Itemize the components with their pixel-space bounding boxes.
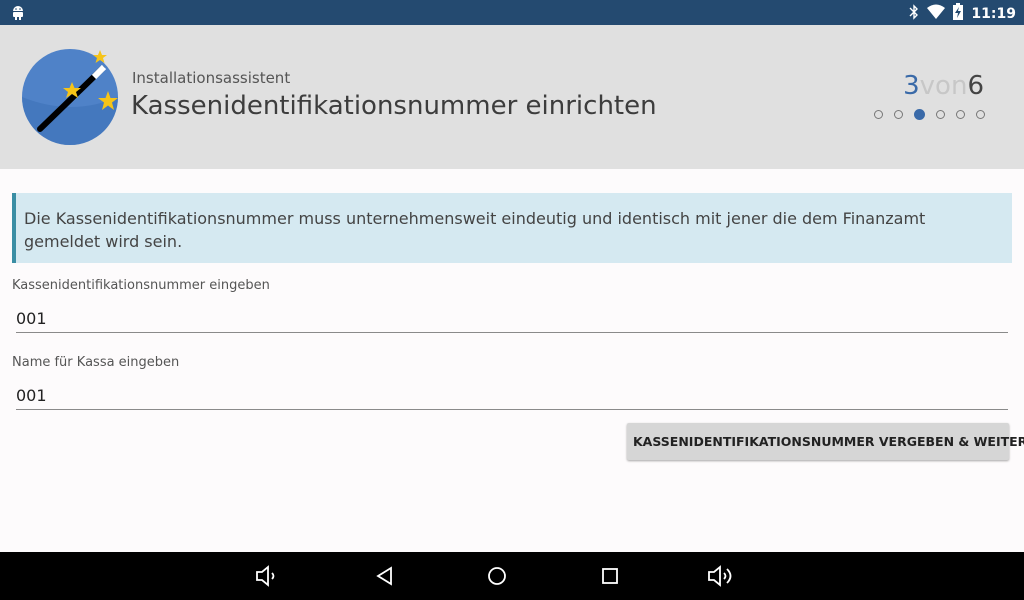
- battery-charging-icon: [953, 3, 964, 24]
- step-current: 3: [903, 71, 920, 101]
- volume-down-icon[interactable]: [255, 565, 281, 587]
- recents-icon[interactable]: [597, 565, 623, 587]
- progress-dot-4: [936, 110, 945, 119]
- wizard-header: Installationsassistent Kassenidentifikat…: [0, 25, 1024, 169]
- step-separator: von: [919, 71, 968, 101]
- register-name-label: Name für Kassa eingeben: [12, 355, 180, 370]
- volume-up-icon[interactable]: [707, 565, 733, 587]
- android-icon: [10, 4, 26, 24]
- progress-dot-5: [956, 110, 965, 119]
- step-progress-dots: [874, 109, 985, 120]
- back-icon[interactable]: [372, 565, 398, 587]
- cashier-id-input[interactable]: [16, 304, 1008, 333]
- status-bar: 11:19: [0, 0, 1024, 25]
- progress-dot-2: [894, 110, 903, 119]
- wizard-subtitle: Installationsassistent: [132, 69, 291, 87]
- navigation-bar: [0, 552, 1024, 600]
- home-icon[interactable]: [484, 565, 510, 587]
- status-time: 11:19: [971, 5, 1016, 22]
- cashier-id-label: Kassenidentifikationsnummer eingeben: [12, 278, 270, 293]
- info-message: Die Kassenidentifikationsnummer muss unt…: [12, 193, 1012, 263]
- page-title: Kassenidentifikationsnummer einrichten: [131, 91, 657, 121]
- wifi-icon: [927, 4, 946, 23]
- assign-and-continue-button[interactable]: KASSENIDENTIFIKATIONSNUMMER VERGEBEN & W…: [627, 423, 1024, 460]
- magic-wand-icon: [22, 47, 122, 147]
- bluetooth-icon: [909, 3, 919, 24]
- step-counter: 3von6: [903, 71, 984, 101]
- progress-dot-1: [874, 110, 883, 119]
- progress-dot-6: [976, 110, 985, 119]
- progress-dot-3: [914, 109, 925, 120]
- register-name-input[interactable]: [16, 381, 1008, 410]
- step-total: 6: [967, 71, 984, 101]
